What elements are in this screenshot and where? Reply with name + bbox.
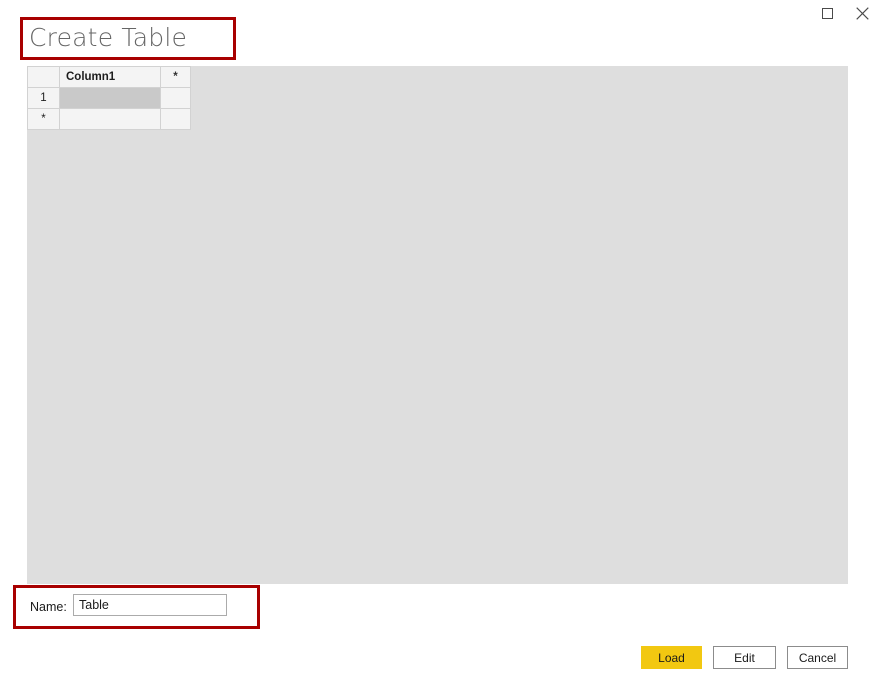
grid-cell-rownew-column1[interactable] (60, 109, 161, 130)
close-icon (856, 7, 869, 20)
close-button[interactable] (845, 0, 876, 26)
table-row: 1 (28, 88, 191, 109)
maximize-button[interactable] (810, 0, 844, 26)
grid-cell-row1-column1[interactable] (60, 88, 161, 109)
grid-column-header-column1[interactable]: Column1 (60, 67, 161, 88)
table-editor-panel: Column1 * 1 * (27, 66, 848, 584)
grid-header-row: Column1 * (28, 67, 191, 88)
grid-row-header-1[interactable]: 1 (28, 88, 60, 109)
table-name-input[interactable] (73, 594, 227, 616)
grid-cell-row1-new[interactable] (161, 88, 191, 109)
grid-row-header-new[interactable]: * (28, 109, 60, 130)
page-title: Create Table (29, 20, 187, 56)
table-row: * (28, 109, 191, 130)
grid-column-header-new[interactable]: * (161, 67, 191, 88)
data-grid[interactable]: Column1 * 1 * (27, 66, 191, 130)
maximize-icon (822, 8, 833, 19)
load-button[interactable]: Load (641, 646, 702, 669)
grid-corner-header[interactable] (28, 67, 60, 88)
edit-button[interactable]: Edit (713, 646, 776, 669)
name-label: Name: (30, 598, 67, 616)
cancel-button[interactable]: Cancel (787, 646, 848, 669)
grid-cell-rownew-new[interactable] (161, 109, 191, 130)
